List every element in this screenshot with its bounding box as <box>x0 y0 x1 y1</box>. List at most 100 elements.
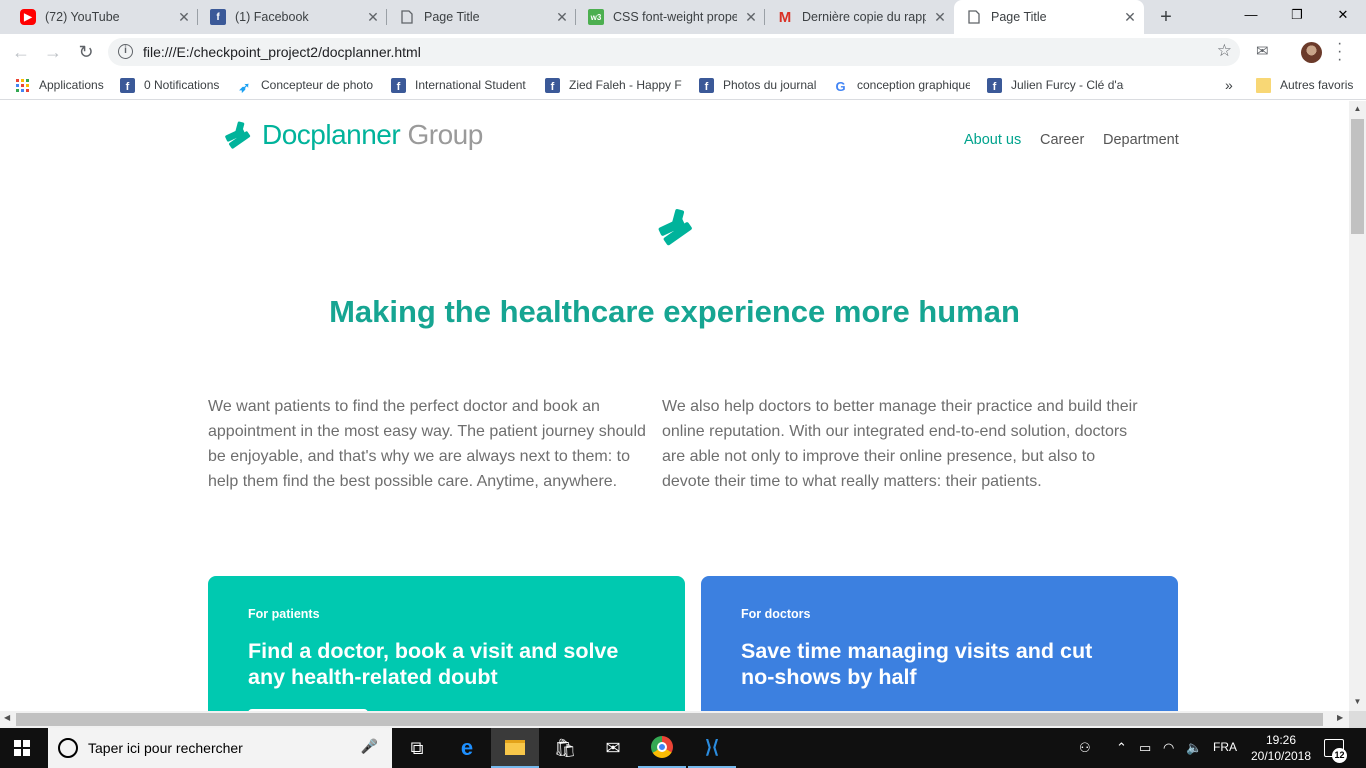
bookmark-concepteur-photo[interactable]: ➶ Concepteur de photo <box>237 76 375 94</box>
scroll-right-arrow-icon[interactable]: ▶ <box>1337 713 1343 722</box>
notification-count-badge: 12 <box>1332 748 1347 763</box>
bookmark-label: International Student <box>415 78 526 92</box>
cortana-icon <box>58 738 78 758</box>
brand-logotype[interactable]: Docplanner Group <box>262 119 483 151</box>
tab-facebook[interactable]: f (1) Facebook ✕ <box>198 0 387 34</box>
browser-tab-strip: ▶ (72) YouTube ✕ f (1) Facebook ✕ Page T… <box>0 0 1366 34</box>
task-view-icon[interactable]: ⧉ <box>393 728 441 768</box>
bookmark-label: 0 Notifications <box>144 78 220 92</box>
file-explorer-icon[interactable] <box>491 728 539 768</box>
chrome-icon[interactable] <box>638 728 686 768</box>
profile-avatar[interactable] <box>1301 42 1322 63</box>
scroll-up-arrow-icon[interactable]: ▲ <box>1349 104 1366 113</box>
scrollbar-thumb[interactable] <box>16 713 1323 726</box>
facebook-icon: f <box>987 77 1002 93</box>
bookmarks-bar: Applications f 0 Notifications ➶ Concept… <box>0 70 1366 100</box>
scroll-left-arrow-icon[interactable]: ◀ <box>4 713 10 722</box>
nav-about-us[interactable]: About us <box>964 132 1021 148</box>
bookmark-star-icon[interactable]: ☆ <box>1217 41 1232 61</box>
tab-css-font-weight[interactable]: w3 CSS font-weight proper ✕ <box>576 0 765 34</box>
scroll-down-arrow-icon[interactable]: ▼ <box>1349 697 1366 706</box>
bookmark-zied-faleh[interactable]: f Zied Faleh - Happy Fa <box>545 76 682 94</box>
windows-start-icon[interactable] <box>14 740 30 756</box>
menu-kebab-icon[interactable]: · · · <box>1337 36 1342 68</box>
card-kicker: For doctors <box>741 607 811 621</box>
card-for-patients[interactable]: For patients Find a doctor, book a visit… <box>208 576 685 711</box>
mail-icon[interactable]: ✉ <box>589 728 637 768</box>
tab-close-icon[interactable]: ✕ <box>1116 9 1144 26</box>
nav-department[interactable]: Department <box>1103 132 1179 148</box>
gmail-icon: M <box>778 8 792 26</box>
browser-toolbar: ← → ↻ i file:///E:/checkpoint_project2/d… <box>0 34 1366 70</box>
clock-time: 19:26 <box>1265 733 1297 747</box>
tab-title: (72) YouTube <box>45 10 120 24</box>
facebook-icon: f <box>210 9 226 25</box>
bookmark-julien-furcy[interactable]: f Julien Furcy - Clé d'ac <box>987 76 1124 94</box>
other-bookmarks-folder[interactable]: Autres favoris <box>1256 76 1353 94</box>
scrollbar-corner <box>1349 711 1366 728</box>
bookmark-international-student[interactable]: f International Student <box>391 76 527 94</box>
people-icon[interactable]: ⚇ <box>1079 740 1091 756</box>
bookmark-conception-graphique[interactable]: G conception graphique <box>833 76 970 94</box>
docplanner-logo-icon[interactable] <box>222 120 253 150</box>
youtube-icon: ▶ <box>20 9 36 25</box>
language-indicator[interactable]: FRA <box>1213 740 1237 754</box>
card-heading: Save time managing visits and cut no-sho… <box>741 639 1093 689</box>
tab-page-title-active[interactable]: Page Title ✕ <box>954 0 1144 34</box>
card-for-doctors[interactable]: For doctors Save time managing visits an… <box>701 576 1178 711</box>
new-tab-button[interactable]: + <box>1152 3 1180 31</box>
info-icon[interactable]: i <box>118 44 133 59</box>
minimize-button[interactable]: — <box>1228 0 1274 30</box>
close-window-button[interactable]: ✕ <box>1320 0 1366 30</box>
taskbar-search-box[interactable]: Taper ici pour rechercher 🎤 <box>48 728 392 768</box>
bookmark-label: Autres favoris <box>1280 78 1354 92</box>
clock[interactable]: 19:26 20/10/2018 <box>1246 732 1316 764</box>
vertical-scrollbar[interactable]: ▲ ▼ <box>1349 101 1366 711</box>
reload-icon[interactable]: ↻ <box>73 39 99 65</box>
forward-arrow-icon[interactable]: → <box>40 39 66 65</box>
tab-title: CSS font-weight proper <box>613 10 737 24</box>
volume-muted-icon[interactable]: 🔈 <box>1186 740 1202 756</box>
vscode-icon[interactable]: ⟩⟨ <box>688 728 736 768</box>
bookmark-applications[interactable]: Applications <box>15 76 104 94</box>
bookmark-label: Concepteur de photo <box>261 78 374 92</box>
address-bar[interactable]: i file:///E:/checkpoint_project2/docplan… <box>108 38 1240 66</box>
bookmark-photos-journal[interactable]: f Photos du journal <box>699 76 821 94</box>
card-heading: Find a doctor, book a visit and solve an… <box>248 639 619 689</box>
intro-paragraph-doctors: We also help doctors to better manage th… <box>662 398 1138 490</box>
windows-taskbar: Taper ici pour rechercher 🎤 ⧉ e 🛍 ✉ ⟩⟨ ⚇… <box>0 728 1366 768</box>
maximize-button[interactable]: ❐ <box>1274 0 1320 30</box>
w3schools-icon: w3 <box>588 9 604 25</box>
facebook-icon: f <box>545 77 560 93</box>
show-hidden-icons-chevron-icon[interactable]: ⌃ <box>1116 740 1127 756</box>
tab-youtube[interactable]: ▶ (72) YouTube ✕ <box>8 0 198 34</box>
tab-gmail[interactable]: M Dernière copie du rapp ✕ <box>765 0 954 34</box>
url-text[interactable]: file:///E:/checkpoint_project2/docplanne… <box>143 44 421 60</box>
microphone-icon[interactable]: 🎤 <box>361 738 378 755</box>
tab-close-icon[interactable]: ✕ <box>170 9 198 26</box>
bookmark-label: Julien Furcy - Clé d'ac <box>1011 78 1124 92</box>
bookmark-notifications[interactable]: f 0 Notifications <box>120 76 224 94</box>
tab-close-icon[interactable]: ✕ <box>548 9 576 26</box>
wifi-icon[interactable]: ◠ <box>1163 740 1174 756</box>
edge-icon[interactable]: e <box>443 728 491 768</box>
bookmarks-overflow-button[interactable]: » <box>1225 76 1233 94</box>
tab-close-icon[interactable]: ✕ <box>737 9 765 26</box>
facebook-icon: f <box>120 77 135 93</box>
docplanner-mark-icon <box>658 209 692 246</box>
battery-icon[interactable]: ▭ <box>1139 740 1151 756</box>
scrollbar-thumb[interactable] <box>1351 119 1364 234</box>
nav-career[interactable]: Career <box>1040 132 1084 148</box>
clock-date: 20/10/2018 <box>1250 749 1312 763</box>
store-icon[interactable]: 🛍 <box>541 728 589 768</box>
tab-close-icon[interactable]: ✕ <box>359 9 387 26</box>
tab-page-title[interactable]: Page Title ✕ <box>387 0 576 34</box>
horizontal-scrollbar[interactable]: ◀ ▶ <box>0 711 1349 728</box>
mail-extension-icon[interactable]: ✉ <box>1256 42 1269 60</box>
back-arrow-icon[interactable]: ← <box>8 39 34 65</box>
bird-icon: ➶ <box>238 78 251 94</box>
tab-close-icon[interactable]: ✕ <box>926 9 954 26</box>
hero-title: Making the healthcare experience more hu… <box>329 294 1020 329</box>
bookmark-label: Zied Faleh - Happy Fa <box>569 78 682 92</box>
brand-primary: Docplanner <box>262 119 401 150</box>
